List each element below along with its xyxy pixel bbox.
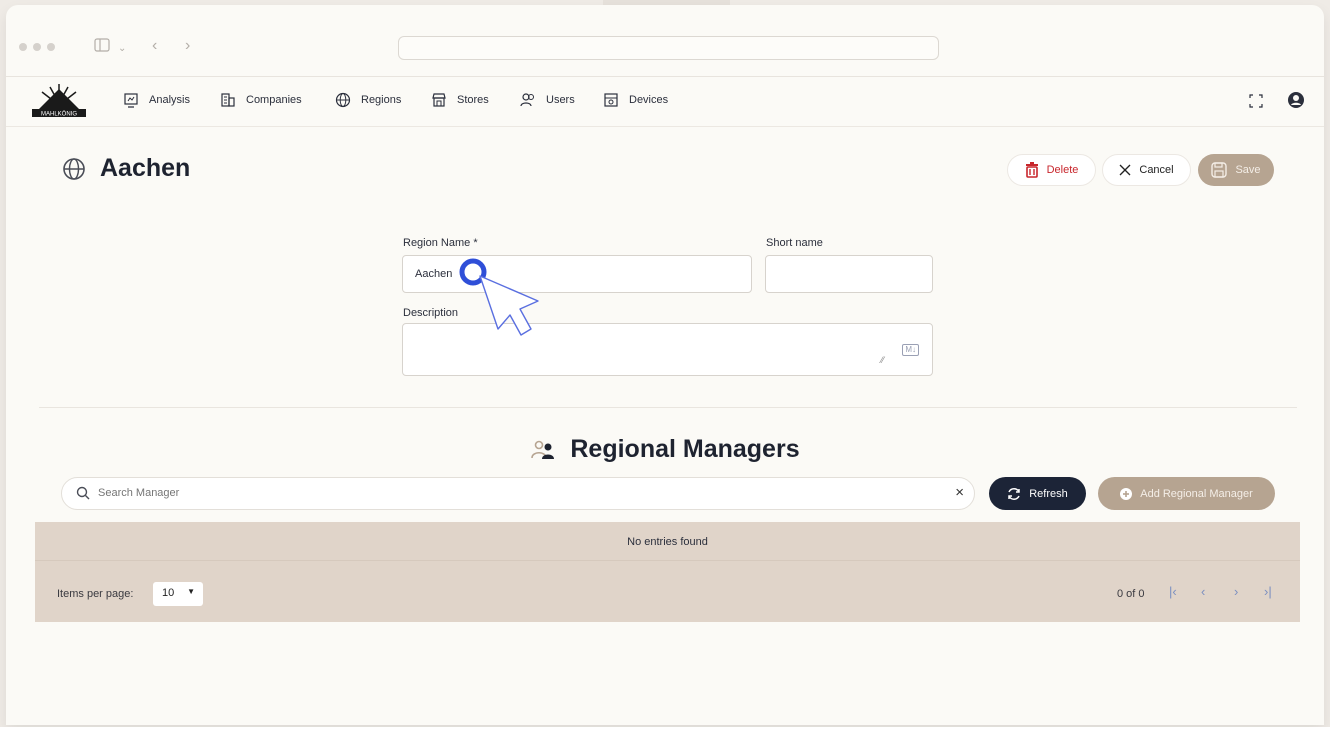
account-icon[interactable] [1287,91,1305,114]
pagination-range: 0 of 0 [1117,588,1145,600]
save-icon [1211,162,1228,178]
page-title: Aachen [100,154,191,182]
cancel-button[interactable]: Cancel [1102,154,1191,186]
section-divider [39,407,1297,408]
next-page-icon[interactable]: › [1234,584,1238,599]
sidebar-toggle-icon[interactable] [94,38,110,56]
save-button-label: Save [1235,164,1261,176]
short-name-label: Short name [766,237,823,249]
nav-regions-label: Regions [361,94,402,106]
prev-page-icon[interactable]: ‹ [1201,584,1205,599]
pointer-cursor-icon [458,257,548,352]
resize-handle-icon[interactable]: ⁄⁄ [881,355,884,365]
globe-icon [63,157,85,180]
cancel-button-label: Cancel [1139,164,1174,176]
add-regional-manager-button[interactable]: Add Regional Manager [1098,477,1275,510]
nav-analysis-label: Analysis [149,94,190,106]
region-name-label: Region Name * [403,237,478,249]
trash-icon [1025,162,1038,178]
fullscreen-icon[interactable] [1249,94,1263,113]
save-button[interactable]: Save [1198,154,1274,186]
items-per-page-label: Items per page: [57,588,134,600]
users-icon [520,93,534,107]
caret-down-icon: ▼ [187,587,195,596]
nav-stores-label: Stores [457,94,489,106]
refresh-button-label: Refresh [1029,487,1068,500]
analysis-icon [124,93,138,108]
refresh-icon [1008,487,1020,500]
managers-table: No entries found Items per page: 10 ▼ 0 … [35,522,1300,622]
close-window-dot[interactable] [19,43,27,51]
nav-analysis[interactable]: Analysis [123,92,190,108]
description-label: Description [403,307,459,319]
markdown-badge[interactable]: M↓ [902,344,919,356]
nav-companies[interactable]: Companies [220,92,302,108]
page-header: Aachen [62,154,190,183]
globe-icon [335,92,351,108]
section-title: Regional Managers [570,435,800,463]
chevron-down-icon[interactable]: ⌄ [118,41,126,57]
browser-window: ⌄ ‹ › MAHLKÖNIG Analysis Companies Regio… [6,5,1324,725]
nav-regions[interactable]: Regions [335,92,401,108]
delete-button-label: Delete [1046,164,1079,176]
delete-button[interactable]: Delete [1007,154,1096,186]
empty-state-text: No entries found [627,536,708,548]
address-bar[interactable] [398,36,939,60]
store-icon [432,93,446,107]
close-icon [1119,164,1131,176]
plus-circle-icon [1120,487,1133,500]
last-page-icon[interactable]: ›| [1264,584,1272,599]
nav-devices[interactable]: Devices [603,92,668,108]
companies-icon [221,93,235,107]
maximize-window-dot[interactable] [47,43,55,51]
nav-users-label: Users [546,94,575,106]
first-page-icon[interactable]: |‹ [1169,584,1177,599]
mahlkoenig-logo[interactable]: MAHLKÖNIG [28,82,90,119]
nav-stores[interactable]: Stores [431,92,489,108]
search-input[interactable] [98,487,918,499]
nav-companies-label: Companies [246,94,302,106]
refresh-button[interactable]: Refresh [989,477,1086,510]
logo-text: MAHLKÖNIG [41,111,77,118]
manager-search-field[interactable]: × [61,477,975,510]
items-per-page-value: 10 [162,587,175,599]
nav-users[interactable]: Users [520,92,575,108]
devices-icon [604,93,618,107]
minimize-window-dot[interactable] [33,43,41,51]
add-regional-manager-label: Add Regional Manager [1140,487,1253,500]
browser-chrome: ⌄ ‹ › [6,5,1324,77]
people-icon [531,440,555,459]
short-name-input[interactable] [765,255,933,293]
app-navbar: MAHLKÖNIG Analysis Companies Regions Sto… [6,77,1324,127]
regional-managers-header: Regional Managers [6,435,1324,464]
region-name-input[interactable]: Aachen [402,255,752,293]
forward-icon[interactable]: › [185,38,190,54]
clear-search-icon[interactable]: × [955,484,964,501]
nav-devices-label: Devices [629,94,669,106]
items-per-page-select[interactable]: 10 ▼ [153,582,203,606]
window-controls [19,43,55,51]
bottom-strip [0,727,1330,753]
back-icon[interactable]: ‹ [152,38,157,54]
table-separator [35,560,1300,561]
search-icon [76,486,90,505]
region-name-value: Aachen [415,268,453,280]
